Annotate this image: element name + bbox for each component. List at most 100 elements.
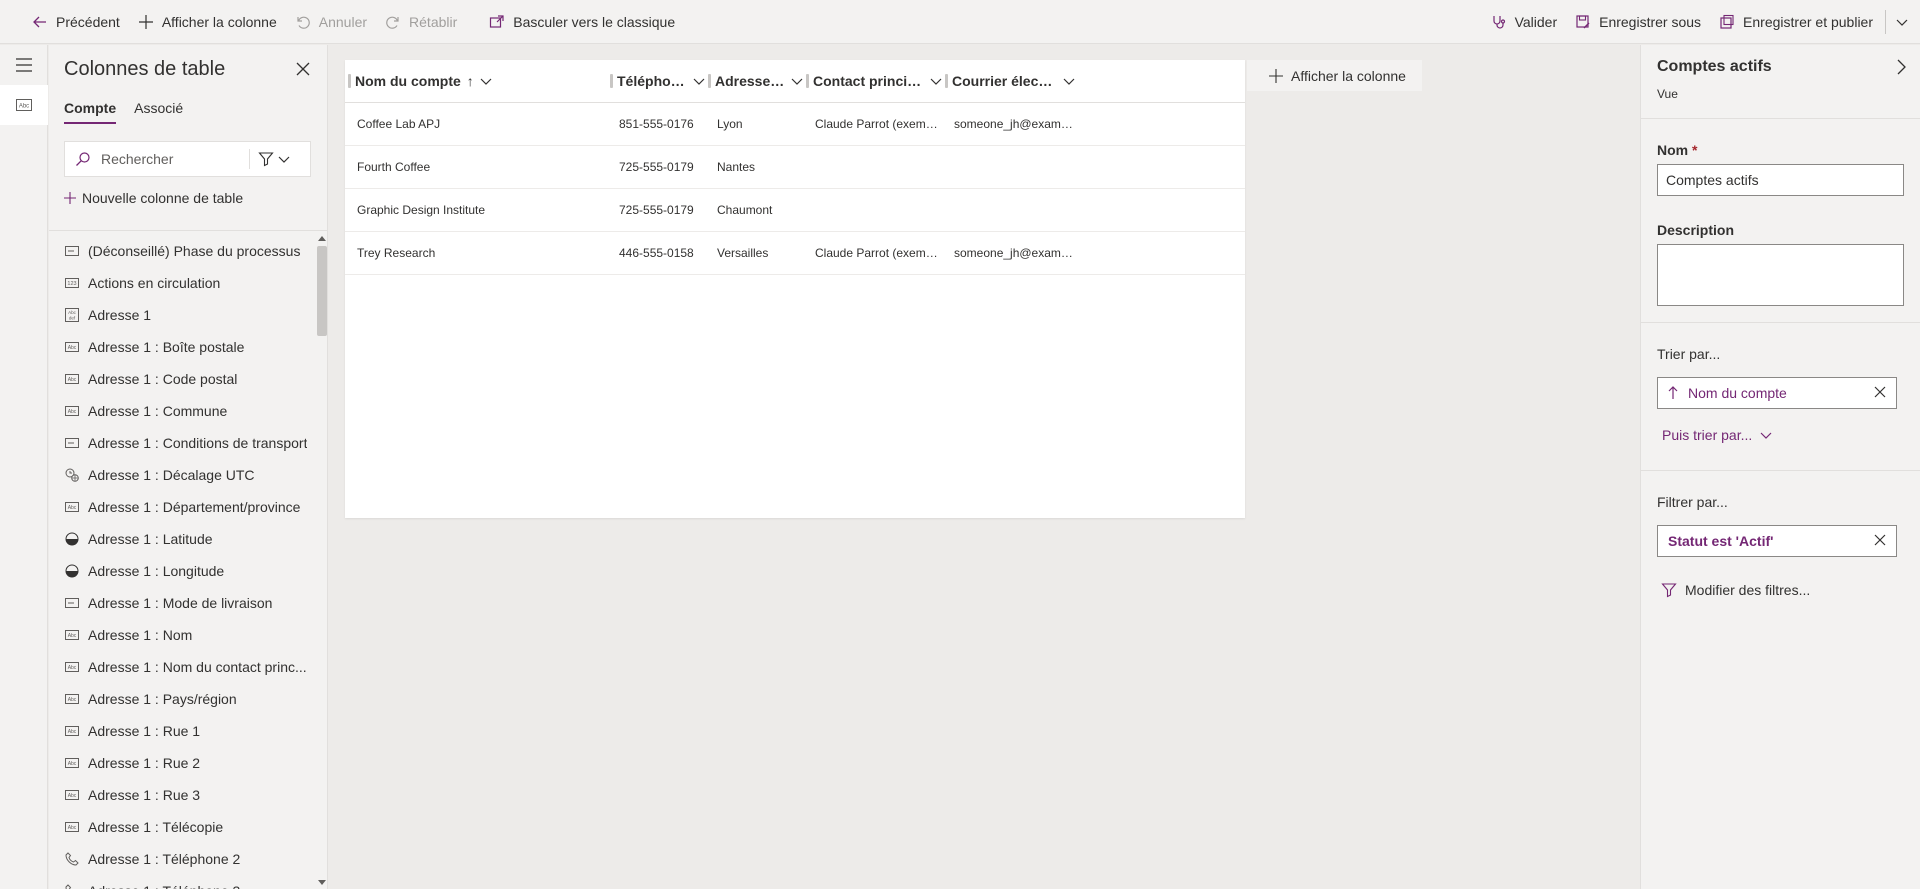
back-button[interactable]: Précédent: [22, 0, 128, 44]
scroll-up-icon[interactable]: [317, 233, 327, 243]
chevron-down-icon[interactable]: [791, 75, 803, 87]
chevron-down-icon[interactable]: [480, 75, 492, 87]
switch-icon: [487, 12, 507, 32]
sort-pill[interactable]: Nom du compte: [1657, 377, 1897, 409]
then-sort-button[interactable]: Puis trier par...: [1662, 427, 1772, 443]
table-row[interactable]: Graphic Design Institute 725-555-0179 Chau…: [345, 189, 1245, 232]
column-list-item[interactable]: Adresse 1 : Latitude: [49, 523, 328, 555]
table-cell: 725-555-0179: [619, 203, 694, 217]
switch-classic-label: Basculer vers le classique: [513, 13, 676, 30]
collapse-panel-button[interactable]: [1896, 59, 1906, 75]
arrow-up-icon: [1668, 386, 1678, 400]
column-resize-handle[interactable]: [806, 73, 809, 88]
column-list-item[interactable]: Adresse 1 : Téléphone 2: [49, 843, 328, 875]
panel-tabs: Compte Associé: [64, 100, 183, 124]
column-list-item[interactable]: Adresse 1 : Longitude: [49, 555, 328, 587]
phone-icon: [64, 883, 80, 889]
close-icon: [296, 62, 310, 76]
column-resize-handle[interactable]: [610, 73, 613, 88]
column-resize-handle[interactable]: [708, 73, 711, 88]
column-list-item[interactable]: 123 Actions en circulation: [49, 267, 328, 299]
chevron-down-icon[interactable]: [693, 75, 705, 87]
save-publish-menu-button[interactable]: [1890, 0, 1920, 44]
column-list-item-label: Adresse 1 : Conditions de transport: [88, 435, 308, 451]
column-list-scrollbar[interactable]: [315, 231, 327, 889]
remove-filter-icon[interactable]: [1874, 534, 1886, 546]
column-list-item-label: Adresse 1: [88, 307, 152, 323]
chevron-down-icon: [1896, 16, 1908, 28]
column-list-item[interactable]: Abc Adresse 1 : Nom: [49, 619, 328, 651]
column-list-item[interactable]: Abc def Adresse 1: [49, 299, 328, 331]
table-columns-panel: Colonnes de table Compte Associé Nouvell…: [49, 45, 328, 889]
save-as-button[interactable]: Enregistrer sous: [1565, 0, 1709, 44]
column-header[interactable]: Contact principal: [803, 60, 942, 103]
show-column-button[interactable]: Afficher la colonne: [128, 0, 285, 44]
redo-label: Rétablir: [409, 13, 458, 30]
switch-classic-button[interactable]: Basculer vers le classique: [479, 0, 683, 44]
new-column-label: Nouvelle colonne de table: [82, 190, 244, 206]
column-list-item-label: Adresse 1 : Commune: [88, 403, 228, 419]
column-list-item[interactable]: Adresse 1 : Mode de livraison: [49, 587, 328, 619]
column-list-item[interactable]: Adresse 1 : Téléphone 3: [49, 875, 328, 889]
column-list-item[interactable]: Adresse 1 : Décalage UTC: [49, 459, 328, 491]
new-column-button[interactable]: Nouvelle colonne de table: [64, 190, 243, 206]
close-panel-button[interactable]: [293, 59, 313, 79]
column-header[interactable]: Courrier électroniq...: [942, 60, 1075, 103]
save-publish-button[interactable]: Enregistrer et publier: [1709, 0, 1881, 44]
column-list-item[interactable]: (Déconseillé) Phase du processus: [49, 235, 328, 267]
columns-rail-button[interactable]: Abc: [0, 85, 48, 125]
column-list-item[interactable]: Abc Adresse 1 : Pays/région: [49, 683, 328, 715]
table-cell: 446-555-0158: [619, 246, 694, 260]
name-label-text: Nom: [1657, 142, 1689, 158]
view-properties-panel: Comptes actifs Vue Nom * Comptes actifs …: [1640, 45, 1920, 889]
column-resize-handle[interactable]: [348, 73, 351, 88]
search-icon: [65, 151, 95, 167]
redo-button[interactable]: Rétablir: [375, 0, 465, 44]
column-list-item[interactable]: Abc Adresse 1 : Boîte postale: [49, 331, 328, 363]
add-column-button[interactable]: Afficher la colonne: [1247, 60, 1422, 91]
table-row[interactable]: Coffee Lab APJ 851-555-0176 Lyon Claude Par…: [345, 103, 1245, 146]
column-list-item[interactable]: Abc Adresse 1 : Commune: [49, 395, 328, 427]
column-list-item[interactable]: Adresse 1 : Conditions de transport: [49, 427, 328, 459]
tab-associe[interactable]: Associé: [134, 100, 183, 124]
validate-button[interactable]: Valider: [1481, 0, 1566, 44]
save-as-icon: [1573, 12, 1593, 32]
table-row[interactable]: Trey Research 446-555-0158 Versailles Claud…: [345, 232, 1245, 275]
svg-text:Abc: Abc: [68, 697, 77, 703]
scroll-down-icon[interactable]: [317, 878, 327, 888]
column-resize-handle[interactable]: [945, 73, 948, 88]
undo-button[interactable]: Annuler: [285, 0, 375, 44]
description-input[interactable]: [1657, 244, 1904, 306]
column-header[interactable]: Adresse 1 : ...: [705, 60, 803, 103]
column-header[interactable]: Téléphone ...: [607, 60, 705, 103]
table-row[interactable]: Fourth Coffee 725-555-0179 Nantes: [345, 146, 1245, 189]
table-cell: 725-555-0179: [619, 160, 694, 174]
scroll-thumb[interactable]: [317, 246, 327, 336]
filter-dropdown-button[interactable]: [250, 151, 290, 167]
filter-pill[interactable]: Statut est 'Actif': [1657, 525, 1897, 557]
tab-compte[interactable]: Compte: [64, 100, 117, 124]
chevron-down-icon[interactable]: [1063, 75, 1075, 87]
column-list-item[interactable]: Abc Adresse 1 : Département/province: [49, 491, 328, 523]
column-list-item[interactable]: Abc Adresse 1 : Nom du contact princ...: [49, 651, 328, 683]
edit-filters-button[interactable]: Modifier des filtres...: [1661, 582, 1810, 598]
chevron-down-icon[interactable]: [930, 75, 942, 87]
column-list: (Déconseillé) Phase du processus 123 Actio…: [49, 231, 328, 889]
remove-sort-icon[interactable]: [1874, 386, 1886, 398]
search-input[interactable]: [95, 151, 245, 167]
name-input[interactable]: Comptes actifs: [1657, 164, 1904, 196]
svg-text:Abc: Abc: [68, 793, 77, 799]
text-icon: Abc: [64, 819, 80, 835]
divider: [1641, 470, 1920, 471]
view-grid: Nom du compte ↑ Téléphone ... Adresse 1 : .…: [345, 60, 1245, 518]
stethoscope-icon: [1489, 12, 1509, 32]
column-list-item[interactable]: Abc Adresse 1 : Télécopie: [49, 811, 328, 843]
column-list-item[interactable]: Abc Adresse 1 : Rue 1: [49, 715, 328, 747]
hamburger-menu-button[interactable]: [0, 45, 48, 85]
column-header[interactable]: Nom du compte ↑: [345, 60, 607, 103]
sort-label: Trier par...: [1657, 346, 1721, 362]
filter-label: Filtrer par...: [1657, 494, 1728, 510]
column-list-item[interactable]: Abc Adresse 1 : Rue 2: [49, 747, 328, 779]
column-list-item[interactable]: Abc Adresse 1 : Rue 3: [49, 779, 328, 811]
column-list-item[interactable]: Abc Adresse 1 : Code postal: [49, 363, 328, 395]
